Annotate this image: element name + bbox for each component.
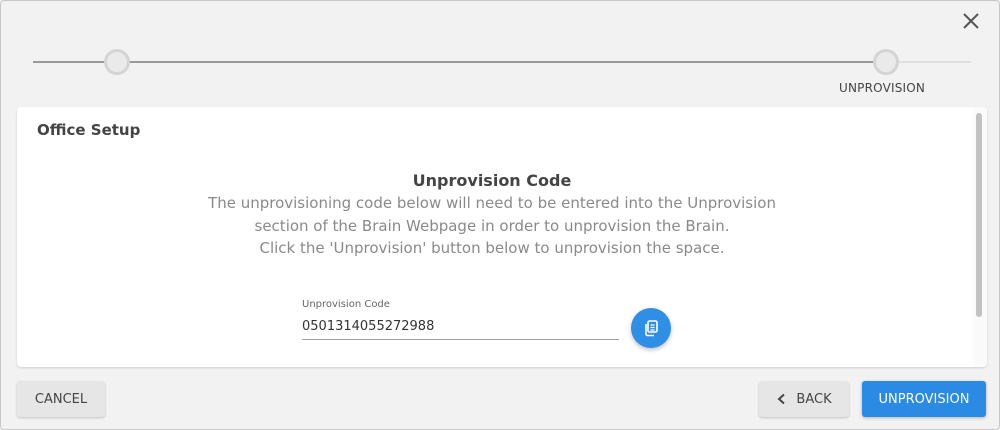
cancel-button-label: CANCEL — [34, 391, 88, 407]
stepper: UNPROVISION — [1, 1, 1000, 101]
section-heading: Unprovision Code — [412, 171, 572, 190]
chevron-left-icon — [777, 393, 786, 405]
card-scrollbar[interactable] — [973, 107, 987, 367]
unprovision-code-label: Unprovision Code — [302, 299, 390, 310]
unprovision-button-label: UNPROVISION — [878, 391, 970, 407]
unprovision-code-field[interactable] — [302, 313, 619, 340]
step-node-unprovision[interactable] — [873, 49, 899, 75]
step-node-1[interactable] — [104, 49, 130, 75]
cancel-button[interactable]: CANCEL — [17, 381, 105, 417]
step-label-unprovision: UNPROVISION — [839, 81, 926, 95]
scrollbar-thumb[interactable] — [976, 113, 982, 317]
description-line-1: The unprovisioning code below will need … — [208, 194, 776, 212]
office-setup-card: Office Setup Unprovision Code The unprov… — [17, 107, 987, 367]
description-line-3: Click the 'Unprovision' button below to … — [259, 239, 725, 257]
back-button[interactable]: BACK — [759, 381, 849, 417]
stepper-line-completed — [33, 61, 873, 63]
description-line-2: section of the Brain Webpage in order to… — [254, 217, 730, 235]
stepper-line-remaining — [899, 61, 971, 63]
back-button-label: BACK — [796, 391, 832, 407]
card-title: Office Setup — [37, 121, 141, 139]
copy-code-button[interactable] — [631, 308, 671, 348]
unprovision-dialog: UNPROVISION Office Setup Unprovision Cod… — [0, 0, 1000, 430]
unprovision-button[interactable]: UNPROVISION — [862, 381, 986, 417]
copy-icon — [645, 320, 658, 337]
